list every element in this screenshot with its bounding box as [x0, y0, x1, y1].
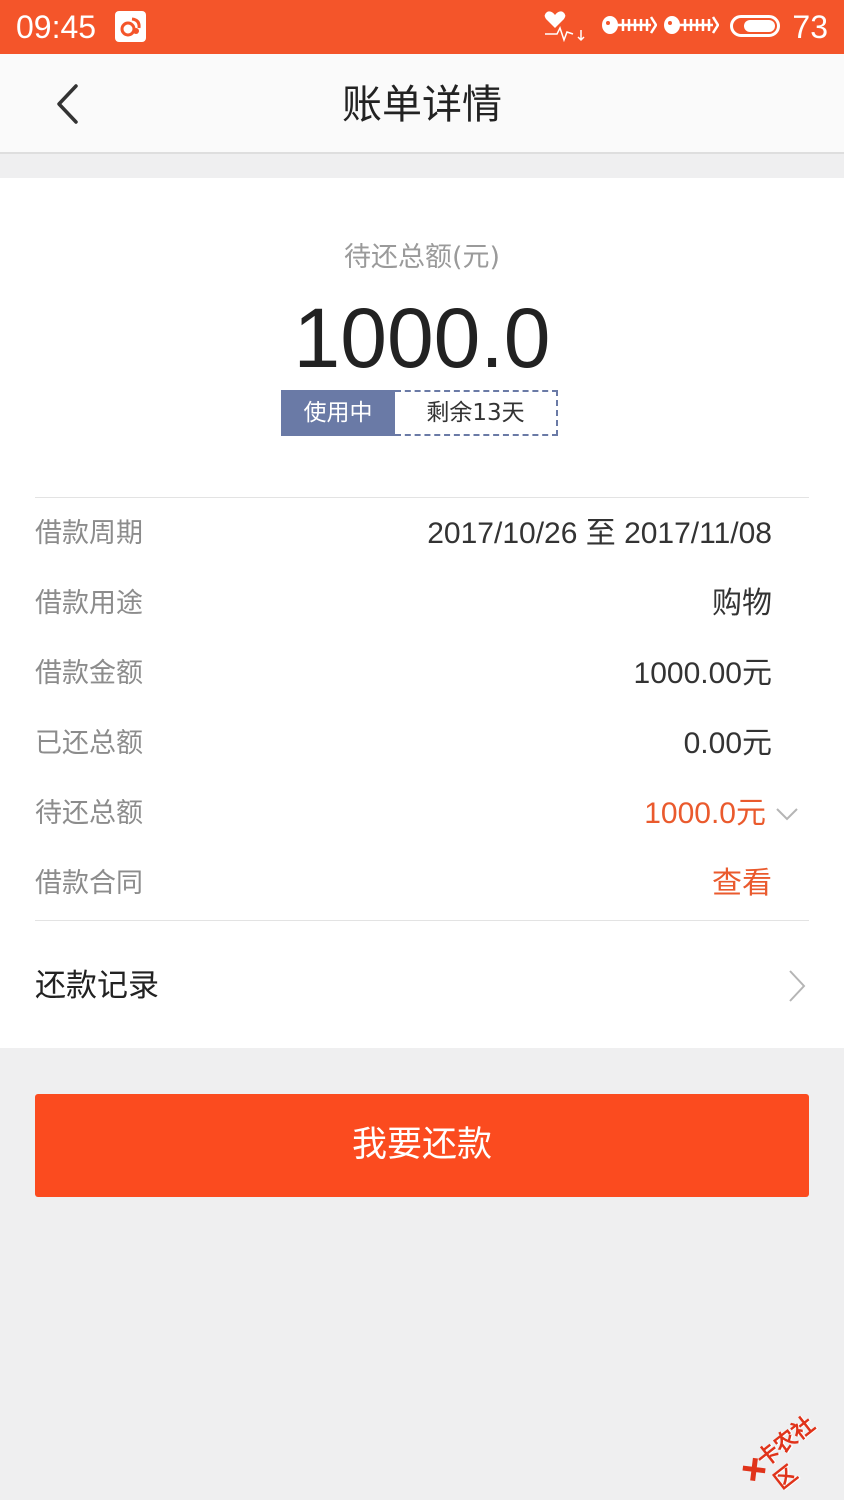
detail-label: 借款用途	[35, 588, 143, 619]
repayment-records-label: 还款记录	[35, 968, 159, 1004]
detail-label: 借款周期	[35, 518, 143, 549]
detail-label: 已还总额	[35, 728, 143, 759]
watermark-text: 卡农社区	[752, 1412, 820, 1495]
detail-row-contract: 借款合同 查看	[35, 850, 809, 920]
remaining-days-badge: 剩余13天	[395, 390, 558, 436]
detail-row-repaid: 已还总额 0.00元	[35, 710, 809, 780]
heart-signal-icon	[544, 11, 585, 42]
status-badge: 使用中	[281, 390, 395, 436]
watermark-logo: 卡农社区	[725, 1389, 844, 1500]
status-time: 09:45	[16, 9, 97, 45]
detail-value: 1000.00元	[633, 657, 772, 690]
chevron-right-icon	[789, 970, 806, 1002]
status-bar: 09:45 73	[0, 0, 844, 54]
detail-label: 借款金额	[35, 658, 143, 689]
amount-label: 待还总额(元)	[343, 242, 501, 273]
detail-label: 待还总额	[35, 798, 143, 829]
detail-value: 1000.0元	[644, 797, 766, 830]
repay-button[interactable]: 我要还款	[35, 1094, 809, 1197]
bill-card: 待还总额(元) 1000.0 使用中 剩余13天 借款周期 2017/10/26…	[0, 178, 844, 1048]
detail-row-period: 借款周期 2017/10/26 至 2017/11/08	[35, 500, 809, 570]
repayment-records-row[interactable]: 还款记录	[35, 946, 809, 1026]
chevron-down-icon[interactable]	[775, 806, 799, 822]
nav-bar: 账单详情	[0, 54, 844, 154]
fishbone-icon	[664, 16, 719, 34]
view-contract-link[interactable]: 查看	[712, 862, 772, 906]
detail-row-purpose: 借款用途 购物	[35, 570, 809, 640]
detail-row-pending[interactable]: 待还总额 1000.0元	[35, 780, 809, 850]
app-notification-icon	[115, 11, 146, 42]
amount-value: 1000.0	[293, 291, 551, 385]
divider	[35, 920, 809, 921]
page-title: 账单详情	[342, 82, 502, 128]
fishbone-icon	[602, 16, 657, 34]
detail-row-loan-amount: 借款金额 1000.00元	[35, 640, 809, 710]
battery-icon	[730, 15, 780, 37]
detail-value: 0.00元	[683, 727, 772, 760]
battery-level: 73	[792, 9, 828, 45]
detail-label: 借款合同	[35, 868, 143, 899]
detail-value: 2017/10/26 至 2017/11/08	[427, 517, 772, 550]
detail-value: 购物	[712, 586, 772, 621]
divider	[35, 497, 809, 498]
